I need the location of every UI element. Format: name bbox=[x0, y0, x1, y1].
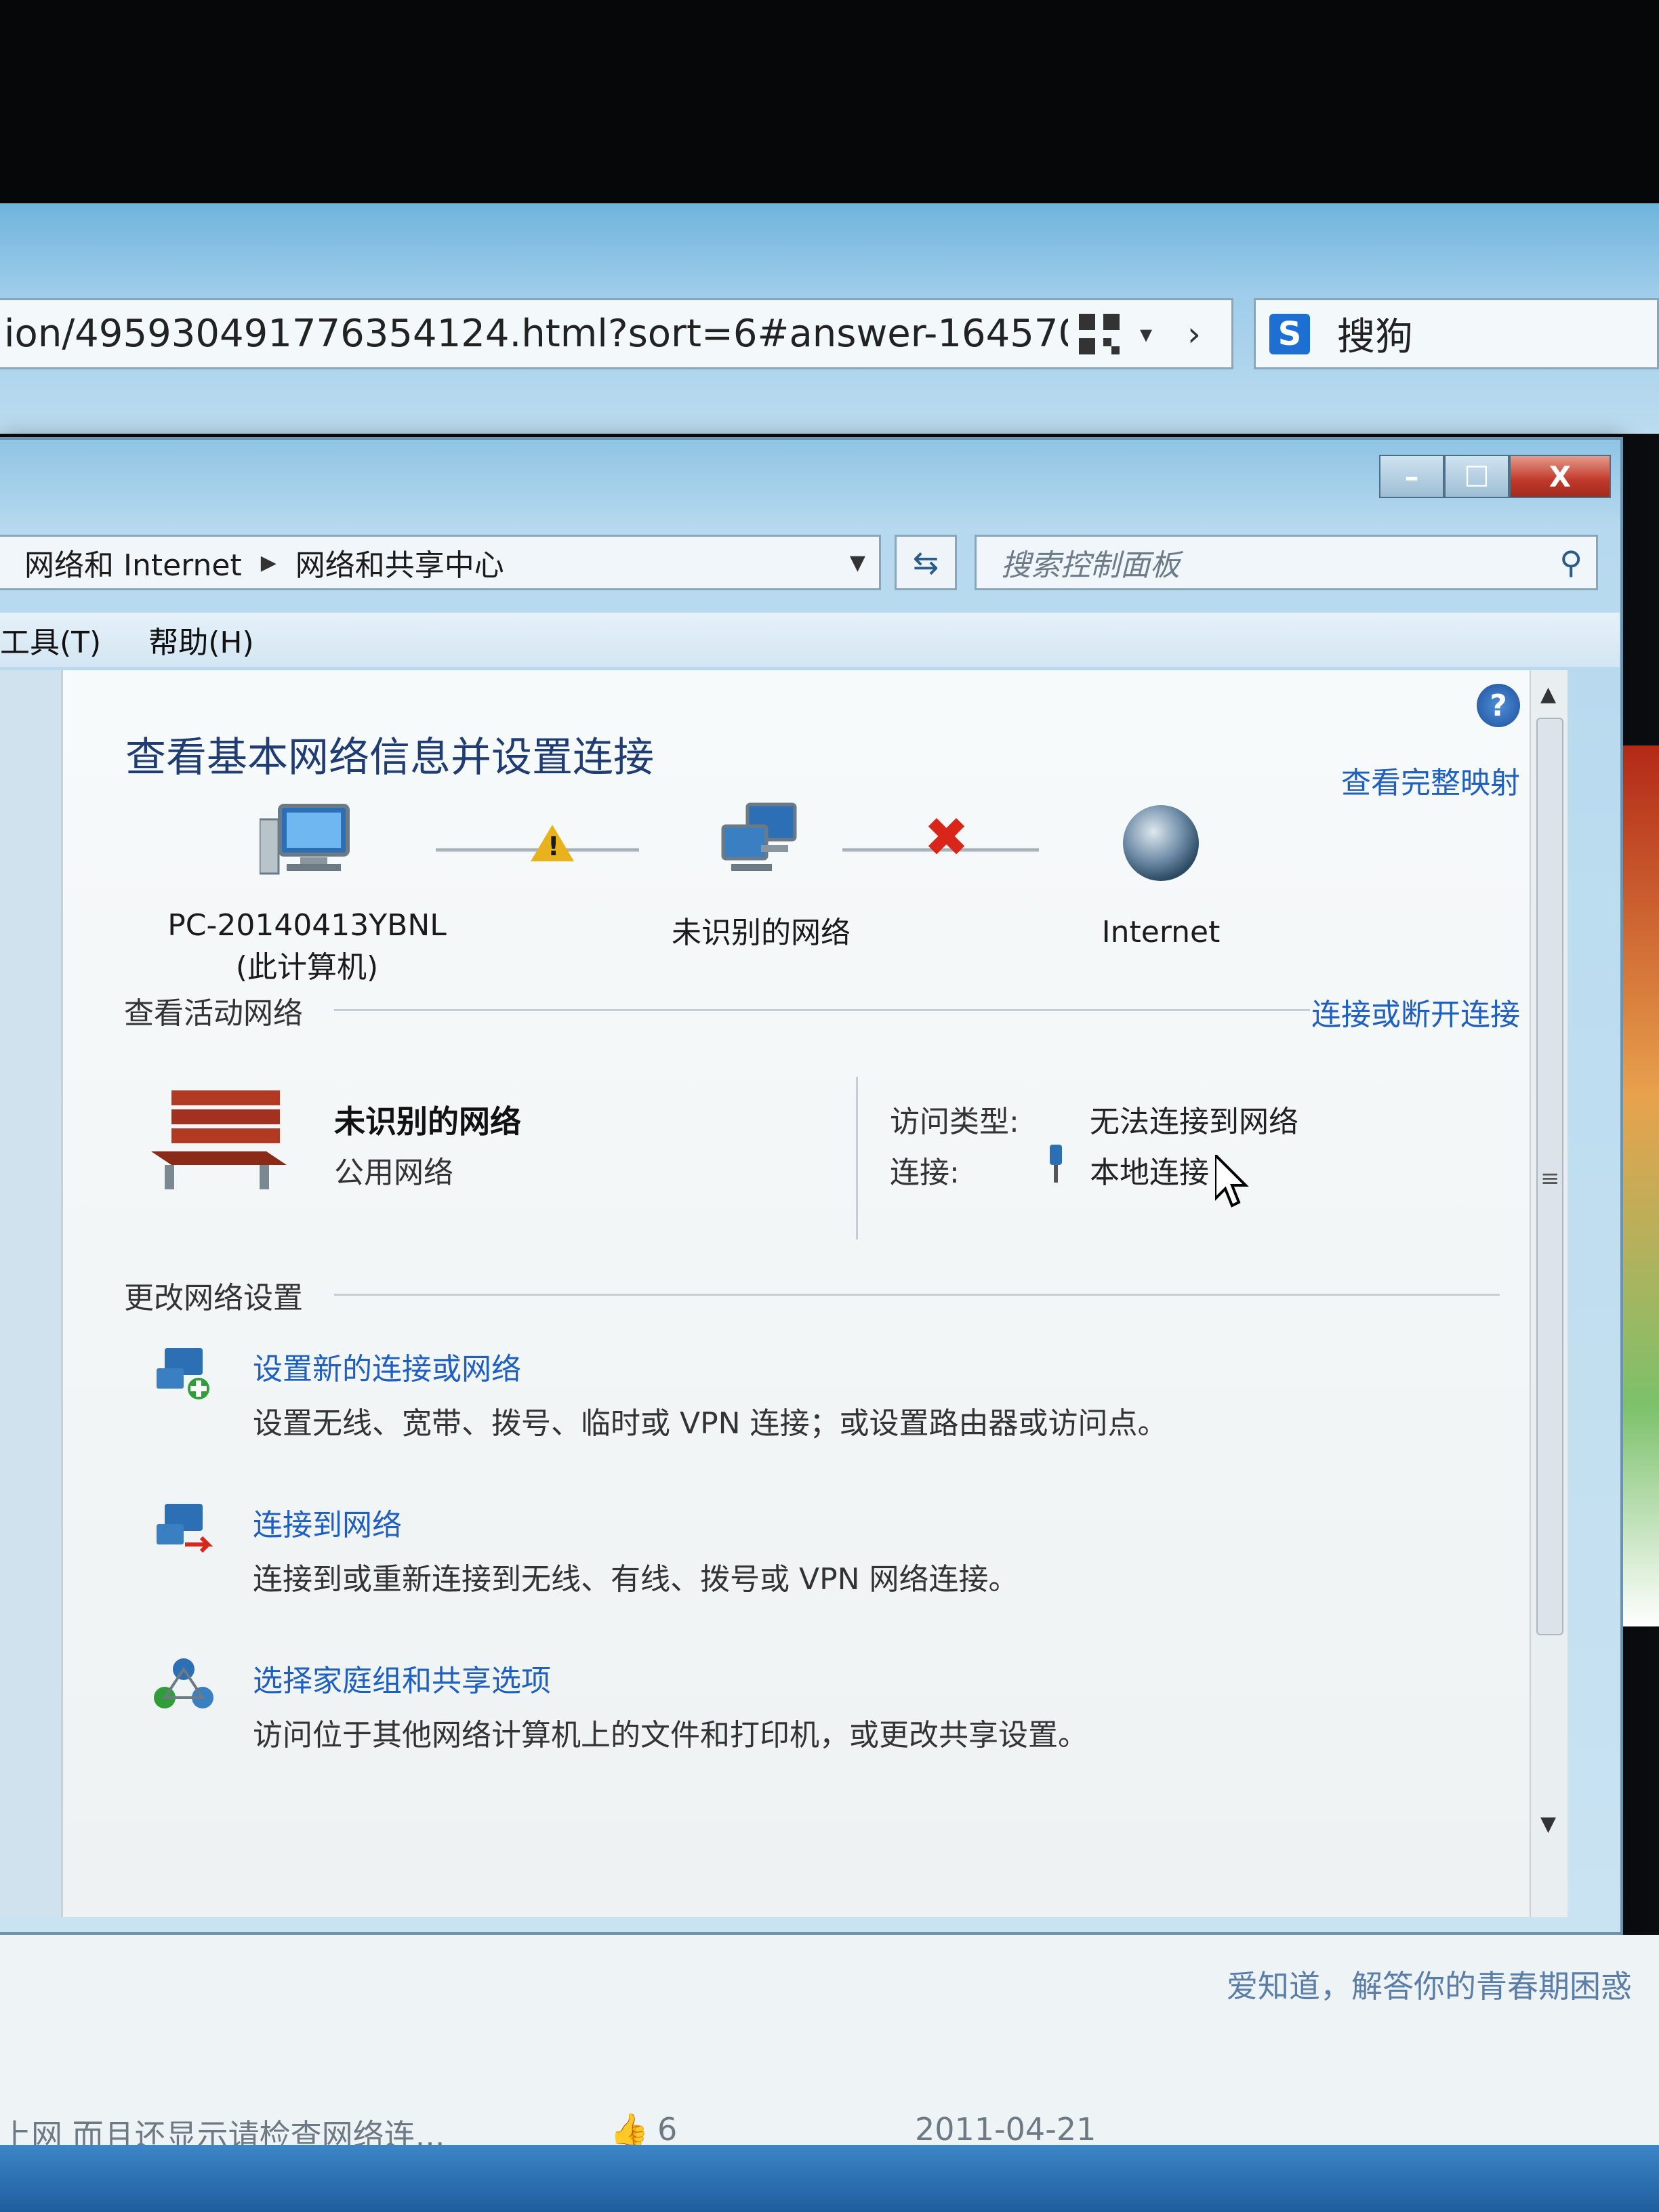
mouse-cursor-icon bbox=[1215, 1155, 1249, 1208]
content-pane: ? 查看基本网络信息并设置连接 查看完整映射 PC-20140413YBNL (… bbox=[61, 670, 1568, 1917]
section-change-settings: 更改网络设置 bbox=[124, 1281, 303, 1315]
go-forward-icon[interactable]: › bbox=[1187, 314, 1214, 354]
ethernet-plug-icon bbox=[1050, 1145, 1062, 1183]
active-network-type[interactable]: 公用网络 bbox=[334, 1148, 453, 1191]
vertical-scrollbar[interactable]: ▲ ≡ ▼ bbox=[1530, 670, 1568, 1917]
help-icon[interactable]: ? bbox=[1477, 684, 1520, 727]
task-connect-network-link[interactable]: 连接到网络 bbox=[253, 1500, 402, 1544]
breadcrumb-separator-icon[interactable]: ▶ bbox=[261, 551, 276, 575]
breadcrumb[interactable]: 网络和 Internet ▶ 网络和共享中心 ▼ bbox=[0, 535, 881, 590]
menu-help[interactable]: 帮助(H) bbox=[148, 618, 253, 661]
connection-label: 连接: bbox=[890, 1155, 960, 1190]
section-divider bbox=[334, 1009, 1310, 1011]
node-label: PC-20140413YBNL bbox=[167, 908, 447, 943]
like-count: 6 bbox=[657, 2111, 678, 2148]
view-full-map-link[interactable]: 查看完整映射 bbox=[1341, 758, 1520, 802]
node-unidentified-network: 未识别的网络 bbox=[619, 799, 903, 951]
minimize-button[interactable]: – bbox=[1379, 455, 1444, 498]
task-homegroup-desc: 访问位于其他网络计算机上的文件和打印机，或更改共享设置。 bbox=[253, 1718, 1088, 1753]
address-dropdown-icon[interactable]: ▼ bbox=[850, 551, 865, 575]
homegroup-icon bbox=[154, 1658, 213, 1708]
warning-mark: ! bbox=[548, 832, 560, 861]
page-title: 查看基本网络信息并设置连接 bbox=[125, 734, 654, 781]
vertical-divider bbox=[856, 1077, 858, 1240]
breadcrumb-item-sharing-center[interactable]: 网络和共享中心 bbox=[295, 541, 504, 584]
window-controls: – ☐ X bbox=[1379, 455, 1611, 498]
menu-tools[interactable]: 工具(T) bbox=[0, 618, 101, 661]
chevron-down-icon[interactable]: ▾ bbox=[1140, 321, 1167, 348]
search-placeholder: 搜索控制面板 bbox=[1001, 548, 1180, 583]
section-active-networks: 查看活动网络 bbox=[124, 996, 303, 1031]
scroll-up-icon[interactable]: ▲ bbox=[1540, 682, 1556, 706]
close-button[interactable]: X bbox=[1509, 455, 1611, 498]
task-setup-connection-desc: 设置无线、宽带、拨号、临时或 VPN 连接；或设置路由器或访问点。 bbox=[253, 1406, 1168, 1441]
task-homegroup-link[interactable]: 选择家庭组和共享选项 bbox=[253, 1656, 551, 1700]
maximize-button[interactable]: ☐ bbox=[1444, 455, 1509, 498]
scroll-down-icon[interactable]: ▼ bbox=[1540, 1812, 1556, 1836]
refresh-icon: ⇆ bbox=[912, 544, 939, 581]
search-icon[interactable]: ⚲ bbox=[1559, 544, 1582, 581]
network-icon bbox=[721, 802, 797, 871]
photo-of-screen: ion/495930491776354124.html?sort=6#answe… bbox=[0, 0, 1659, 2212]
breadcrumb-item-network-internet[interactable]: 网络和 Internet bbox=[24, 541, 242, 584]
new-connection-icon bbox=[157, 1348, 209, 1399]
scroll-grip-icon: ≡ bbox=[1540, 1165, 1560, 1192]
address-bar[interactable]: ion/495930491776354124.html?sort=6#answe… bbox=[0, 298, 1233, 369]
node-label: 未识别的网络 bbox=[672, 916, 851, 950]
public-network-bench-icon bbox=[151, 1090, 287, 1189]
connect-disconnect-link[interactable]: 连接或断开连接 bbox=[1311, 990, 1520, 1033]
answer-date: 2011-04-21 bbox=[915, 2111, 1097, 2148]
monitor-bezel bbox=[0, 0, 1659, 203]
network-sharing-center-window: – ☐ X 网络和 Internet ▶ 网络和共享中心 ▼ ⇆ 搜索控制面板 … bbox=[0, 437, 1623, 1935]
local-connection-link[interactable]: 本地连接 bbox=[1090, 1148, 1209, 1191]
refresh-button[interactable]: ⇆ bbox=[895, 535, 957, 590]
background-advert bbox=[1623, 745, 1659, 1626]
node-this-computer: PC-20140413YBNL (此计算机) bbox=[165, 799, 449, 986]
task-setup-connection-link[interactable]: 设置新的连接或网络 bbox=[253, 1345, 521, 1388]
page-slogan[interactable]: 爱知道，解答你的青春期困惑 bbox=[1227, 1962, 1632, 2007]
connect-network-icon bbox=[157, 1504, 213, 1553]
search-input[interactable]: 搜索控制面板 ⚲ bbox=[975, 535, 1598, 590]
search-engine-box[interactable]: S 搜狗 bbox=[1254, 298, 1659, 369]
menu-bar: 工具(T) 帮助(H) bbox=[0, 613, 1620, 667]
sogou-logo-icon: S bbox=[1269, 313, 1310, 354]
url-text[interactable]: ion/495930491776354124.html?sort=6#answe… bbox=[0, 312, 1068, 356]
node-internet: Internet bbox=[1025, 799, 1296, 949]
access-type-value: 无法连接到网络 bbox=[1090, 1105, 1298, 1139]
access-type-label: 访问类型: bbox=[890, 1105, 1019, 1139]
thumbs-up-icon: 👍 bbox=[610, 2111, 649, 2148]
qr-code-icon[interactable] bbox=[1079, 313, 1120, 354]
globe-icon bbox=[1123, 805, 1199, 881]
node-label: Internet bbox=[1101, 915, 1221, 949]
left-nav-strip bbox=[0, 670, 61, 1917]
task-connect-network-desc: 连接到或重新连接到无线、有线、拨号或 VPN 网络连接。 bbox=[253, 1562, 1019, 1597]
windows-taskbar bbox=[0, 2145, 1659, 2212]
node-sublabel: (此计算机) bbox=[235, 950, 379, 985]
search-engine-name: 搜狗 bbox=[1337, 315, 1413, 359]
active-network-name: 未识别的网络 bbox=[334, 1103, 521, 1140]
disconnected-x-icon: ✖ bbox=[924, 806, 970, 869]
section-divider bbox=[334, 1294, 1500, 1296]
computer-icon bbox=[258, 804, 350, 875]
